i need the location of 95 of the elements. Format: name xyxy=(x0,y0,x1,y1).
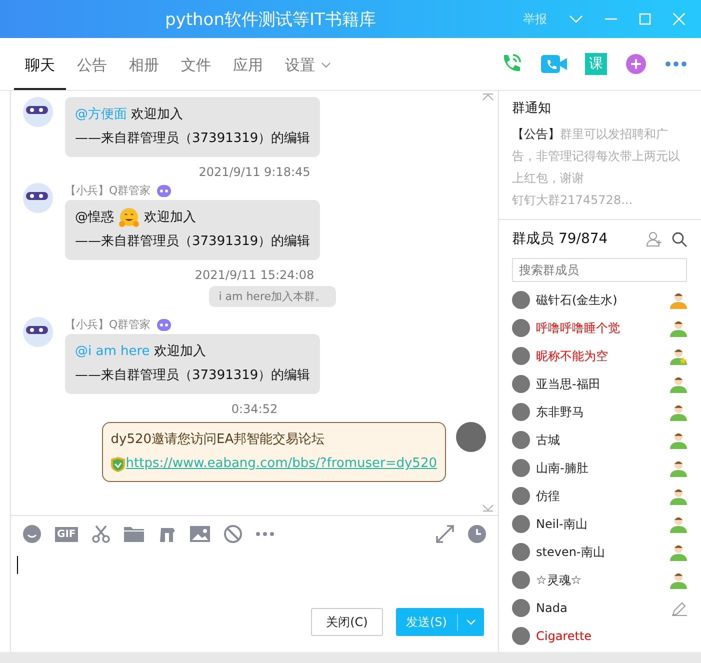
search-icon[interactable] xyxy=(672,232,687,246)
more-icon[interactable] xyxy=(665,61,687,67)
close-icon[interactable] xyxy=(673,13,685,25)
message-signature: ——来自群管理员（37391319）的编辑 xyxy=(75,233,310,251)
owner-icon xyxy=(670,292,687,308)
clock-icon[interactable] xyxy=(468,525,486,543)
tab[interactable]: 设置 xyxy=(274,38,342,90)
members-title: 群成员 79/874 xyxy=(512,230,609,248)
admin-icon xyxy=(670,572,687,588)
scissors-icon[interactable] xyxy=(92,525,110,543)
maximize-icon[interactable] xyxy=(639,13,651,25)
member-name[interactable]: ☆灵魂☆ xyxy=(536,572,664,588)
join-notice: i am here加入本群。 xyxy=(208,286,336,307)
member-avatar[interactable] xyxy=(512,487,530,505)
chevron-down-icon[interactable] xyxy=(466,618,476,626)
member-avatar[interactable] xyxy=(512,599,530,617)
more-icon[interactable] xyxy=(256,532,274,536)
member-search-field[interactable]: 搜索群成员 xyxy=(512,258,687,282)
admin-icon xyxy=(670,376,687,392)
member-avatar[interactable] xyxy=(512,515,530,533)
member-avatar[interactable] xyxy=(512,291,530,309)
blocked-icon[interactable] xyxy=(224,525,242,543)
member-avatar[interactable] xyxy=(512,431,530,449)
robot-badge-icon xyxy=(156,184,171,197)
member-name[interactable]: 呼噜呼噜睡个觉 xyxy=(536,320,664,336)
member-name[interactable]: 磁针石(金生水) xyxy=(536,292,664,308)
member-name[interactable]: 古城 xyxy=(536,432,664,448)
member-avatar[interactable] xyxy=(512,459,530,477)
member-avatar[interactable] xyxy=(512,403,530,421)
tab[interactable]: 公告 xyxy=(66,38,118,90)
window-title: python软件测试等IT书籍库 xyxy=(165,8,376,30)
hugging-face-icon xyxy=(118,207,140,229)
message-signature: ——来自群管理员（37391319）的编辑 xyxy=(75,367,310,385)
admin-icon xyxy=(670,488,687,504)
member-avatar[interactable] xyxy=(512,375,530,393)
admin-icon xyxy=(670,544,687,560)
member-name[interactable]: 山南-腩肚 xyxy=(536,460,664,476)
member-avatar[interactable] xyxy=(512,627,530,645)
timestamp: 2021/9/11 15:24:08 xyxy=(194,268,314,282)
tab[interactable]: 应用 xyxy=(222,38,274,90)
pencil-icon[interactable] xyxy=(672,600,687,616)
robot-avatar-icon[interactable] xyxy=(23,317,53,347)
link[interactable]: https://www.eabang.com/bbs/?fromuser=dy520 xyxy=(126,452,437,476)
member-name[interactable]: steven-南山 xyxy=(536,544,664,560)
user-avatar[interactable] xyxy=(456,422,486,452)
member-name[interactable]: Nada xyxy=(536,601,666,615)
member-avatar[interactable] xyxy=(512,571,530,589)
robot-avatar-icon[interactable] xyxy=(23,183,53,213)
admin-icon xyxy=(670,432,687,448)
member-name[interactable]: 东非野马 xyxy=(536,404,664,420)
gif-button[interactable]: GIF xyxy=(55,526,78,542)
member-name[interactable]: 亚当思-福田 xyxy=(536,376,664,392)
video-call-icon[interactable] xyxy=(541,54,567,74)
message-text: 欢迎加入 xyxy=(131,106,183,124)
folder-icon[interactable] xyxy=(124,526,144,542)
admin-icon xyxy=(670,404,687,420)
notice-text[interactable]: 【公告】群里可以发招聘和广告，非管理记得每次带上两元以上红包，谢谢 钉钉大群21745728... xyxy=(512,123,689,211)
send-button[interactable]: 发送(S) xyxy=(396,608,484,636)
admin-icon xyxy=(670,516,687,532)
message-text: 欢迎加入 xyxy=(154,343,206,361)
expand-icon[interactable] xyxy=(482,504,494,512)
notice-title: 群通知 xyxy=(512,100,552,117)
chevron-down-icon[interactable] xyxy=(569,14,583,24)
expand-arrows-icon[interactable] xyxy=(436,525,454,543)
timestamp: 0:34:52 xyxy=(231,402,278,416)
timestamp: 2021/9/11 9:18:45 xyxy=(198,165,310,179)
admin-icon xyxy=(670,348,687,364)
tab[interactable]: 聊天 xyxy=(14,38,66,90)
admin-icon xyxy=(670,320,687,336)
admin-icon xyxy=(670,460,687,476)
sender-name: 【小兵】Q群管家 xyxy=(65,317,151,332)
message-signature: ——来自群管理员（37391319）的编辑 xyxy=(75,130,310,148)
message-text: 欢迎加入 xyxy=(144,209,196,227)
close-button[interactable]: 关闭(C) xyxy=(311,608,383,636)
add-member-icon[interactable] xyxy=(646,231,662,247)
collapse-icon[interactable] xyxy=(482,93,494,101)
image-icon[interactable] xyxy=(190,526,210,542)
message-text: dy520邀请您访问EA邦智能交易论坛 xyxy=(110,431,326,449)
plus-icon[interactable] xyxy=(625,53,647,75)
member-name[interactable]: 昵称不能为空 xyxy=(536,348,664,364)
tab[interactable]: 文件 xyxy=(170,38,222,90)
member-name[interactable]: Cigarette xyxy=(536,629,687,643)
shield-icon xyxy=(110,456,125,472)
emoji-icon[interactable] xyxy=(23,525,41,543)
member-avatar[interactable] xyxy=(512,543,530,561)
caret-icon xyxy=(321,62,331,68)
robot-avatar-icon[interactable] xyxy=(23,97,53,127)
mention: @惶惑 xyxy=(75,209,114,227)
member-avatar[interactable] xyxy=(512,347,530,365)
member-name[interactable]: 仿徨 xyxy=(536,488,664,504)
sender-name: 【小兵】Q群管家 xyxy=(65,183,151,198)
robot-badge-icon xyxy=(156,318,171,331)
member-avatar[interactable] xyxy=(512,319,530,337)
tab[interactable]: 相册 xyxy=(118,38,170,90)
member-name[interactable]: Neil-南山 xyxy=(536,516,664,532)
